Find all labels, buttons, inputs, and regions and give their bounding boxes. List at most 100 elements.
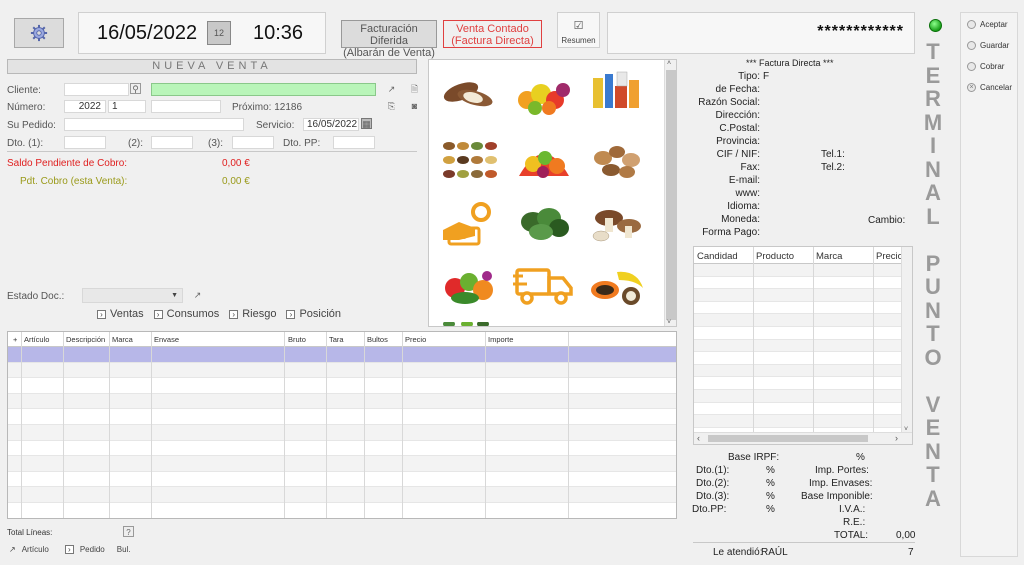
invoice-field-label: www: — [735, 188, 760, 199]
calendar-icon[interactable]: ▦ — [361, 118, 372, 129]
document-icon[interactable]: 🗎 — [409, 84, 420, 95]
cash-sale-button[interactable]: Venta Contado (Factura Directa) — [443, 20, 542, 48]
nuts-category[interactable] — [587, 136, 649, 182]
col-marca[interactable]: Marca — [112, 335, 133, 344]
groceries-category[interactable] — [587, 68, 649, 114]
save-button[interactable]: Guardar — [967, 41, 1009, 50]
cambio-label: Cambio: — [868, 215, 906, 226]
side-actions-panel: Aceptar Guardar Cobrar × Cancelar — [960, 12, 1018, 557]
chevron-down-icon[interactable]: ˅ — [667, 319, 671, 326]
table-row[interactable] — [694, 314, 912, 327]
charge-button[interactable]: Cobrar — [967, 62, 1004, 71]
image-panel-scrollbar[interactable]: ˄ ˅ — [664, 60, 676, 326]
cliente-name-input[interactable] — [151, 83, 376, 96]
table-row[interactable] — [694, 352, 912, 365]
table-row[interactable] — [694, 327, 912, 340]
cliente-code-input[interactable] — [64, 83, 129, 96]
external-link-icon[interactable]: ↗ — [386, 84, 397, 95]
col-plus[interactable]: + — [13, 335, 17, 344]
invoice-field-label: CIF / NIF: — [716, 149, 760, 160]
root-vegetables-category[interactable] — [439, 70, 501, 116]
bul-link[interactable]: Bul. — [117, 545, 131, 554]
pedido-link[interactable]: Pedido — [80, 545, 105, 554]
col-marca[interactable]: Marca — [816, 251, 842, 262]
dto2-input[interactable] — [151, 136, 193, 149]
sale-lines-grid[interactable]: + Artículo Descripción Marca Envase Brut… — [7, 331, 677, 519]
dtopp-input[interactable] — [333, 136, 375, 149]
col-cantidad[interactable]: Candidad — [697, 251, 738, 262]
servicio-date-input[interactable]: 16/05/2022 — [303, 118, 359, 131]
col-bultos[interactable]: Bultos — [367, 335, 388, 344]
vegetables-category[interactable] — [439, 262, 501, 308]
table-row[interactable] — [694, 339, 912, 353]
product-category-panel[interactable]: ˄ ˅ — [428, 59, 677, 327]
table-row[interactable] — [694, 403, 912, 416]
table-row[interactable] — [694, 364, 912, 378]
payment-hand-icon[interactable] — [439, 200, 501, 246]
numero-year-input[interactable]: 2022 — [64, 100, 106, 113]
col-envase[interactable]: Envase — [154, 335, 179, 344]
table-row[interactable] — [694, 389, 912, 403]
table-row[interactable] — [694, 289, 912, 302]
chevron-left-icon[interactable]: ‹ — [697, 433, 700, 443]
search-icon[interactable]: ⚲ — [130, 83, 141, 94]
tropical-fruits-category[interactable] — [587, 262, 649, 308]
table-row[interactable] — [694, 377, 912, 390]
dto3-label: (3): — [208, 138, 223, 149]
scrollbar-thumb[interactable] — [666, 70, 676, 320]
delivery-truck-icon[interactable] — [513, 262, 575, 308]
link-consumos[interactable]: › Consumos — [153, 308, 219, 320]
mushrooms-category[interactable] — [587, 200, 649, 246]
camera-icon[interactable]: ◙ — [409, 101, 420, 112]
chevron-right-icon[interactable]: › — [895, 433, 898, 443]
saldo-value: 0,00 € — [222, 158, 250, 169]
product-table-vscroll[interactable]: ˅ — [901, 247, 912, 433]
cancel-button[interactable]: × Cancelar — [967, 83, 1012, 92]
vegetables-partial-category[interactable] — [439, 322, 501, 327]
col-descripcion[interactable]: Descripción — [66, 335, 105, 344]
accept-button[interactable]: Aceptar — [967, 20, 1008, 29]
deferred-billing-line2: (Albarán de Venta) — [343, 47, 435, 59]
dto1-input[interactable] — [64, 136, 106, 149]
col-divider — [21, 332, 22, 518]
product-table-hscroll[interactable]: ‹ › — [694, 432, 912, 444]
invoice-field-label: C.Postal: — [719, 123, 760, 134]
atendio-id: 7 — [908, 547, 914, 558]
numero-extra-input[interactable] — [151, 100, 221, 113]
table-row[interactable] — [694, 415, 912, 428]
calendar-icon[interactable]: 12 — [207, 21, 231, 45]
legumes-category[interactable] — [439, 136, 501, 182]
divider — [693, 542, 915, 543]
deferred-billing-button[interactable]: Facturación Diferida (Albarán de Venta) — [341, 20, 437, 59]
summary-button[interactable]: ☑ Resumen — [557, 12, 600, 48]
link-riesgo[interactable]: › Riesgo — [229, 308, 276, 320]
col-producto[interactable]: Producto — [756, 251, 794, 262]
fruits-category[interactable] — [513, 70, 575, 116]
link-posicion[interactable]: › Posición — [286, 308, 341, 320]
copy-icon[interactable]: ⎘ — [386, 101, 397, 112]
estado-select[interactable]: ▼ — [82, 288, 183, 303]
col-articulo[interactable]: Artículo — [24, 335, 49, 344]
col-bruto[interactable]: Bruto — [288, 335, 306, 344]
col-importe[interactable]: Importe — [488, 335, 513, 344]
herbs-category[interactable] — [513, 200, 575, 246]
scrollbar-thumb[interactable] — [708, 435, 868, 442]
table-row[interactable] — [694, 277, 912, 290]
col-precio[interactable]: Precio — [405, 335, 426, 344]
col-tara[interactable]: Tara — [329, 335, 344, 344]
dto3-input[interactable] — [232, 136, 274, 149]
mixed-fruits-category[interactable] — [513, 136, 575, 182]
articulo-link[interactable]: Artículo — [22, 545, 49, 554]
su-pedido-input[interactable] — [64, 118, 244, 131]
help-icon[interactable]: ? — [123, 526, 134, 537]
numero-input[interactable]: 1 — [108, 100, 146, 113]
col-precio[interactable]: Precio — [876, 251, 903, 262]
settings-button[interactable] — [14, 18, 64, 48]
invoice-field-label: Razón Social: — [698, 97, 760, 108]
table-row[interactable] — [694, 264, 912, 277]
table-row[interactable] — [694, 302, 912, 315]
link-ventas[interactable]: › Ventas — [97, 308, 144, 320]
external-link-icon[interactable]: ↗ — [192, 290, 203, 301]
product-list-table[interactable]: Candidad Producto Marca Precio ˅ ‹ › — [693, 246, 913, 445]
chevron-up-icon[interactable]: ˄ — [667, 60, 671, 67]
